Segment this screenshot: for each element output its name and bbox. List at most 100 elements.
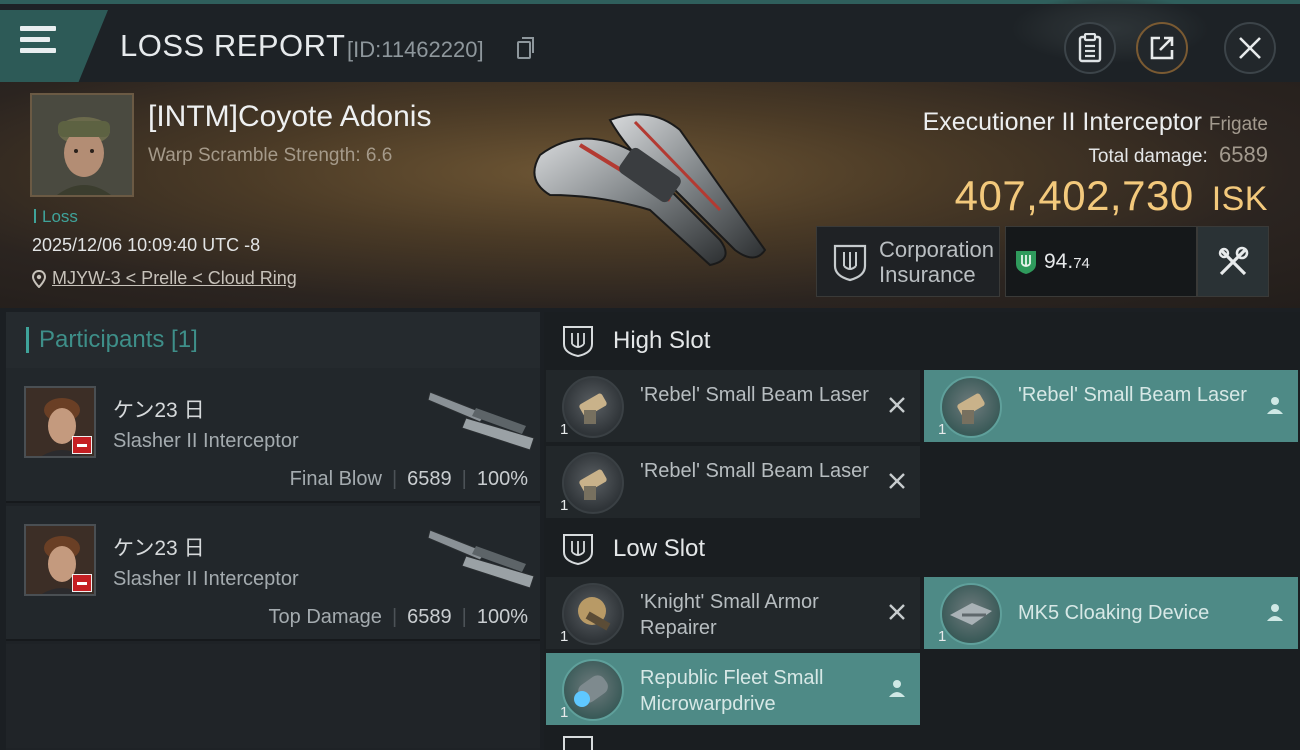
victim-portrait[interactable] [30, 93, 134, 197]
dropped-person-icon [1267, 604, 1283, 621]
loss-location[interactable]: MJYW-3 < Prelle < Cloud Ring [32, 268, 297, 289]
module-item[interactable]: 1 'Rebel' Small Beam Laser [924, 370, 1298, 442]
module-name: Republic Fleet Small Microwarpdrive [640, 667, 824, 715]
laser-module-icon [562, 452, 624, 514]
module-name: 'Rebel' Small Beam Laser [640, 384, 869, 406]
ship-name-text: Executioner II Interceptor [922, 108, 1202, 136]
green-shield-icon [1016, 250, 1036, 274]
low-slot-title: Low Slot [613, 535, 706, 562]
module-quantity: 1 [560, 628, 569, 645]
module-item[interactable]: 1 'Rebel' Small Beam Laser [546, 446, 920, 518]
hostile-badge-icon [72, 436, 92, 454]
armor-repairer-icon [562, 583, 624, 645]
corporation-insurance-button[interactable]: Corporation Insurance [816, 226, 1000, 297]
insurance-label-line2: Insurance [879, 261, 976, 287]
module-name: 'Rebel' Small Beam Laser [640, 460, 869, 482]
ship-class: Frigate [1208, 114, 1268, 135]
warp-scramble-strength: Warp Scramble Strength: 6.6 [148, 145, 393, 166]
pilot-avatar-image [32, 95, 132, 195]
module-name: MK5 Cloaking Device [1018, 602, 1210, 624]
page-title: LOSS REPORT [120, 28, 346, 63]
insurance-label: Corporation Insurance [879, 237, 994, 287]
insurance-shield-icon [833, 244, 867, 281]
module-name: 'Knight' Small Armor Repairer [640, 591, 819, 639]
tools-icon [1218, 246, 1249, 275]
destroyed-x-icon [889, 397, 905, 413]
participant-avatar[interactable] [24, 386, 96, 458]
ship-name[interactable]: Executioner II Interceptor Frigate [923, 108, 1268, 137]
high-slot-header: High Slot [544, 312, 1300, 370]
hostile-badge-icon [72, 574, 92, 592]
loss-status-tag: Loss [34, 207, 78, 227]
participant-ship-image [427, 529, 535, 589]
module-item[interactable]: 1 Republic Fleet Small Microwarpdrive [546, 653, 920, 725]
isk-unit: ISK [1211, 180, 1268, 218]
fitting-tools-button[interactable] [1197, 226, 1269, 297]
module-item[interactable]: 1 'Knight' Small Armor Repairer [546, 577, 920, 649]
slot-shield-icon [563, 534, 593, 566]
total-damage-value: 6589 [1219, 142, 1268, 167]
participant-row[interactable]: ケン23 日 Slasher II Interceptor Final Blow… [6, 368, 540, 503]
participant-stats: Final Blow | 6589 | 100% [290, 468, 528, 491]
dropped-person-icon [889, 680, 905, 697]
share-button[interactable] [1136, 22, 1188, 74]
cloaking-device-icon [940, 583, 1002, 645]
report-id: [ID:11462220] [347, 37, 484, 62]
stat-divider: | [391, 606, 398, 628]
participant-ship-image [427, 391, 535, 451]
location-pin-icon [32, 269, 46, 288]
stat-divider: | [391, 468, 398, 490]
participant-percent: 100% [476, 468, 528, 490]
high-slot-title: High Slot [613, 327, 711, 354]
module-quantity: 1 [560, 421, 569, 438]
copy-icon[interactable] [517, 37, 534, 59]
victim-name[interactable]: [INTM]Coyote Adonis [148, 100, 431, 134]
total-damage: Total damage: 6589 [1088, 142, 1268, 168]
slot-shield-icon [563, 736, 593, 750]
participant-damage: 6589 [407, 468, 452, 490]
module-name: 'Rebel' Small Beam Laser [1018, 384, 1247, 406]
top-bar: LOSS REPORT [ID:11462220] [0, 0, 1300, 84]
module-item[interactable]: 1 'Rebel' Small Beam Laser [546, 370, 920, 442]
close-button[interactable] [1224, 22, 1276, 74]
stat-divider: | [461, 468, 467, 490]
participant-name: ケン23 日 [113, 537, 205, 560]
isk-value: 407,402,730 ISK [955, 172, 1268, 220]
module-item[interactable]: 1 MK5 Cloaking Device [924, 577, 1298, 649]
location-link[interactable]: MJYW-3 < Prelle < Cloud Ring [52, 268, 297, 289]
participant-role: Final Blow [289, 468, 382, 490]
participant-ship: Slasher II Interceptor [113, 430, 299, 452]
participants-header[interactable]: Participants [1] [6, 312, 540, 368]
participants-empty-area [6, 644, 540, 748]
dropped-person-icon [1267, 397, 1283, 414]
module-quantity: 1 [560, 704, 569, 721]
participant-role: Top Damage [268, 606, 382, 628]
insurance-value: 94.74 [1005, 226, 1197, 297]
insurance-percent-main: 94. [1044, 249, 1074, 273]
insurance-percent: 94.74 [1044, 250, 1090, 274]
destroyed-x-icon [889, 473, 905, 489]
participant-stats: Top Damage | 6589 | 100% [269, 606, 528, 629]
participant-ship: Slasher II Interceptor [113, 568, 299, 590]
clipboard-button[interactable] [1064, 22, 1116, 74]
participant-avatar[interactable] [24, 524, 96, 596]
participant-name: ケン23 日 [113, 399, 205, 422]
fitting-panel: High Slot 1 'Rebel' Small Beam Laser 1 '… [544, 312, 1300, 750]
participants-panel: Participants [1] ケン23 日 Slasher II Inter… [6, 312, 540, 750]
insurance-percent-decimal: 74 [1073, 254, 1090, 272]
module-quantity: 1 [938, 421, 947, 438]
destroyed-x-icon [889, 604, 905, 620]
close-icon [1239, 37, 1261, 59]
participant-damage: 6589 [407, 606, 452, 628]
participant-row[interactable]: ケン23 日 Slasher II Interceptor Top Damage… [6, 506, 540, 641]
module-quantity: 1 [938, 628, 947, 645]
module-quantity: 1 [560, 497, 569, 514]
hamburger-menu-icon[interactable] [20, 26, 60, 62]
ship-image [533, 113, 767, 267]
low-slot-header: Low Slot [544, 520, 1300, 578]
clipboard-icon [1078, 33, 1102, 63]
laser-module-icon [562, 376, 624, 438]
microwarpdrive-icon [562, 659, 624, 721]
share-icon [1150, 36, 1174, 60]
insurance-label-line1: Corporation [879, 236, 994, 262]
